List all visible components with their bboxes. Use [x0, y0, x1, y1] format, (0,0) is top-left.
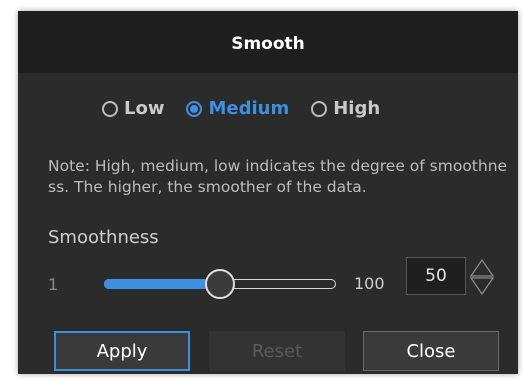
smooth-level-group: Low Medium High — [102, 98, 380, 119]
radio-high[interactable]: High — [311, 98, 380, 119]
radio-indicator — [102, 100, 118, 117]
slider-min-label: 1 — [48, 275, 59, 294]
value-stepper — [469, 257, 495, 297]
radio-label: Low — [124, 98, 165, 119]
smooth-dialog: Smooth Low Medium High Note: High, mediu… — [18, 11, 518, 374]
slider-thumb[interactable] — [205, 269, 235, 299]
radio-indicator — [311, 100, 328, 117]
close-button[interactable]: Close — [363, 331, 499, 371]
smoothness-value-input[interactable]: 50 — [406, 257, 466, 295]
chevron-down-icon[interactable] — [469, 277, 495, 296]
slider-fill — [104, 279, 220, 289]
radio-low[interactable]: Low — [102, 98, 164, 119]
radio-medium[interactable]: Medium — [186, 98, 289, 119]
reset-button[interactable]: Reset — [209, 331, 345, 371]
smoothness-note: Note: High, medium, low indicates the de… — [48, 157, 508, 196]
radio-label: Medium — [208, 98, 290, 119]
slider-max-label: 100 — [354, 274, 385, 293]
radio-indicator — [186, 100, 203, 117]
smoothness-slider[interactable] — [104, 269, 336, 299]
chevron-up-icon[interactable] — [469, 258, 495, 277]
dialog-title: Smooth — [18, 11, 518, 73]
radio-label: High — [333, 98, 381, 119]
apply-button[interactable]: Apply — [54, 331, 190, 371]
smoothness-label: Smoothness — [48, 227, 159, 248]
